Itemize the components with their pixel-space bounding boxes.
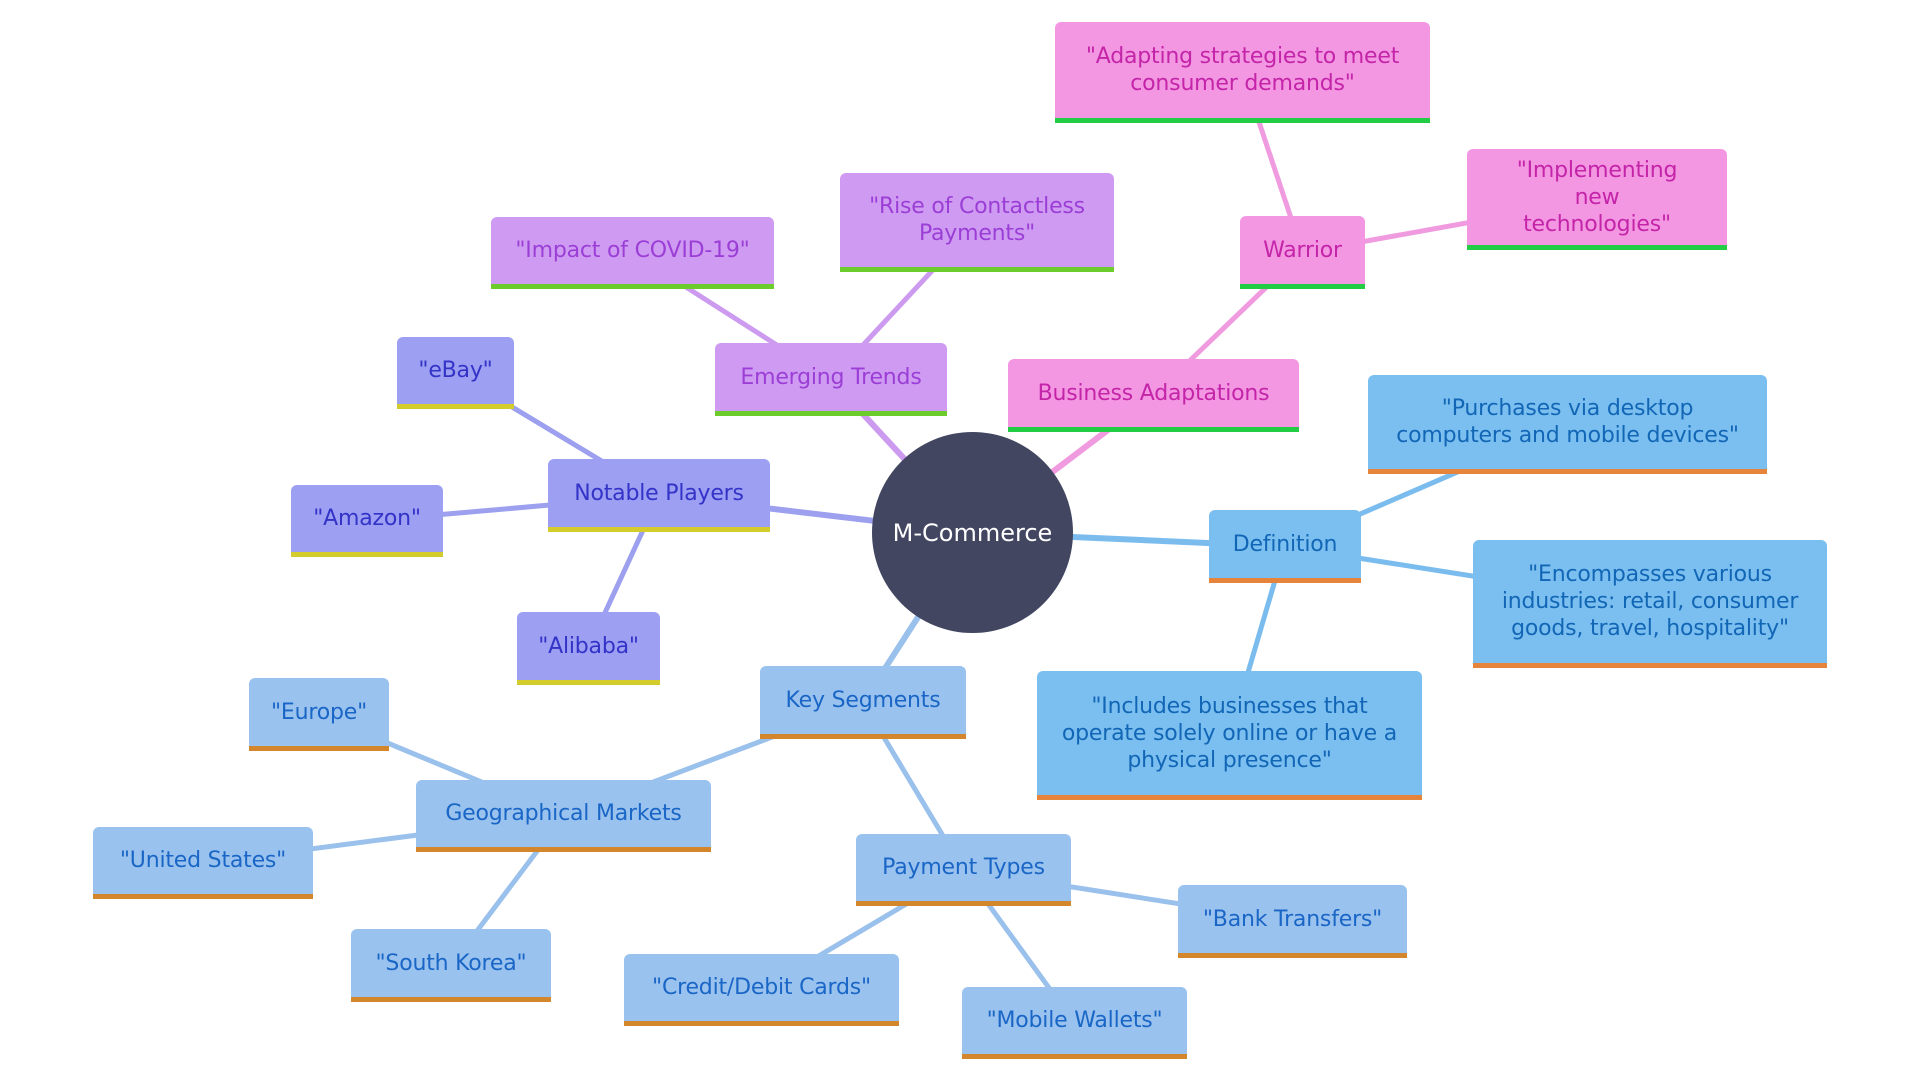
node-accent-bar xyxy=(715,411,947,416)
node-accent-bar xyxy=(1008,427,1299,432)
node-label: "South Korea" xyxy=(375,950,527,976)
node-label: Business Adaptations xyxy=(1037,380,1270,406)
node-accent-bar xyxy=(416,847,711,852)
node-payment-types[interactable]: Payment Types xyxy=(856,834,1071,906)
node-accent-bar xyxy=(249,746,389,751)
node-encompasses-various-industries[interactable]: "Encompasses various industries: retail,… xyxy=(1473,540,1827,668)
node-accent-bar xyxy=(840,267,1114,272)
root-node-m-commerce[interactable]: M-Commerce xyxy=(872,432,1073,633)
node-accent-bar xyxy=(856,901,1071,906)
node-accent-bar xyxy=(517,680,660,685)
node-definition[interactable]: Definition xyxy=(1209,510,1361,583)
node-label: Geographical Markets xyxy=(445,801,682,826)
node-label: "Alibaba" xyxy=(538,633,639,659)
node-rise-of-contactless-payments[interactable]: "Rise of Contactless Payments" xyxy=(840,173,1114,272)
node-label: "Impact of COVID-19" xyxy=(515,238,750,263)
node-accent-bar xyxy=(548,527,770,532)
node-label: "Implementing new technologies" xyxy=(1516,157,1678,237)
node-business-adaptations[interactable]: Business Adaptations xyxy=(1008,359,1299,432)
node-accent-bar xyxy=(1473,663,1827,668)
node-accent-bar xyxy=(93,894,313,899)
node-ebay[interactable]: "eBay" xyxy=(397,337,514,409)
node-label: Definition xyxy=(1232,531,1338,557)
node-implementing-new-technologies[interactable]: "Implementing new technologies" xyxy=(1467,149,1727,250)
node-accent-bar xyxy=(624,1021,899,1026)
node-accent-bar xyxy=(1209,578,1361,583)
node-united-states[interactable]: "United States" xyxy=(93,827,313,899)
node-label: "Credit/Debit Cards" xyxy=(652,975,871,1000)
node-europe[interactable]: "Europe" xyxy=(249,678,389,751)
node-accent-bar xyxy=(1240,284,1365,289)
node-label: "Purchases via desktop computers and mob… xyxy=(1396,396,1739,448)
node-impact-of-covid[interactable]: "Impact of COVID-19" xyxy=(491,217,774,289)
node-accent-bar xyxy=(397,404,514,409)
node-label: "Mobile Wallets" xyxy=(986,1008,1163,1033)
node-warrior[interactable]: Warrior xyxy=(1240,216,1365,289)
node-label: "Adapting strategies to meet consumer de… xyxy=(1085,44,1400,96)
node-label: Warrior xyxy=(1263,237,1342,263)
node-amazon[interactable]: "Amazon" xyxy=(291,485,443,557)
node-accent-bar xyxy=(491,284,774,289)
node-accent-bar xyxy=(351,997,551,1002)
root-node-label: M-Commerce xyxy=(892,518,1053,547)
node-notable-players[interactable]: Notable Players xyxy=(548,459,770,532)
node-credit-debit-cards[interactable]: "Credit/Debit Cards" xyxy=(624,954,899,1026)
node-label: "Includes businesses that operate solely… xyxy=(1061,693,1398,773)
node-emerging-trends[interactable]: Emerging Trends xyxy=(715,343,947,416)
node-south-korea[interactable]: "South Korea" xyxy=(351,929,551,1002)
node-label: Key Segments xyxy=(785,687,941,713)
node-label: Emerging Trends xyxy=(740,364,922,390)
node-label: "Europe" xyxy=(270,699,367,725)
node-accent-bar xyxy=(1467,245,1727,250)
node-label: "Rise of Contactless Payments" xyxy=(869,194,1085,246)
node-accent-bar xyxy=(1178,953,1407,958)
node-label: Notable Players xyxy=(574,480,744,506)
node-geographical-markets[interactable]: Geographical Markets xyxy=(416,780,711,852)
node-purchases-via-desktop[interactable]: "Purchases via desktop computers and mob… xyxy=(1368,375,1767,474)
node-label: "United States" xyxy=(119,848,287,873)
node-includes-businesses[interactable]: "Includes businesses that operate solely… xyxy=(1037,671,1422,800)
node-label: "Encompasses various industries: retail,… xyxy=(1501,562,1799,641)
node-alibaba[interactable]: "Alibaba" xyxy=(517,612,660,685)
node-accent-bar xyxy=(1368,469,1767,474)
node-label: "Amazon" xyxy=(313,506,421,531)
node-label: "Bank Transfers" xyxy=(1202,906,1383,932)
node-accent-bar xyxy=(1055,118,1430,123)
node-accent-bar xyxy=(760,734,966,739)
node-adapting-strategies[interactable]: "Adapting strategies to meet consumer de… xyxy=(1055,22,1430,123)
node-accent-bar xyxy=(291,552,443,557)
node-label: "eBay" xyxy=(418,358,493,383)
node-key-segments[interactable]: Key Segments xyxy=(760,666,966,739)
node-label: Payment Types xyxy=(882,855,1045,880)
node-mobile-wallets[interactable]: "Mobile Wallets" xyxy=(962,987,1187,1059)
node-bank-transfers[interactable]: "Bank Transfers" xyxy=(1178,885,1407,958)
node-accent-bar xyxy=(1037,795,1422,800)
node-accent-bar xyxy=(962,1054,1187,1059)
